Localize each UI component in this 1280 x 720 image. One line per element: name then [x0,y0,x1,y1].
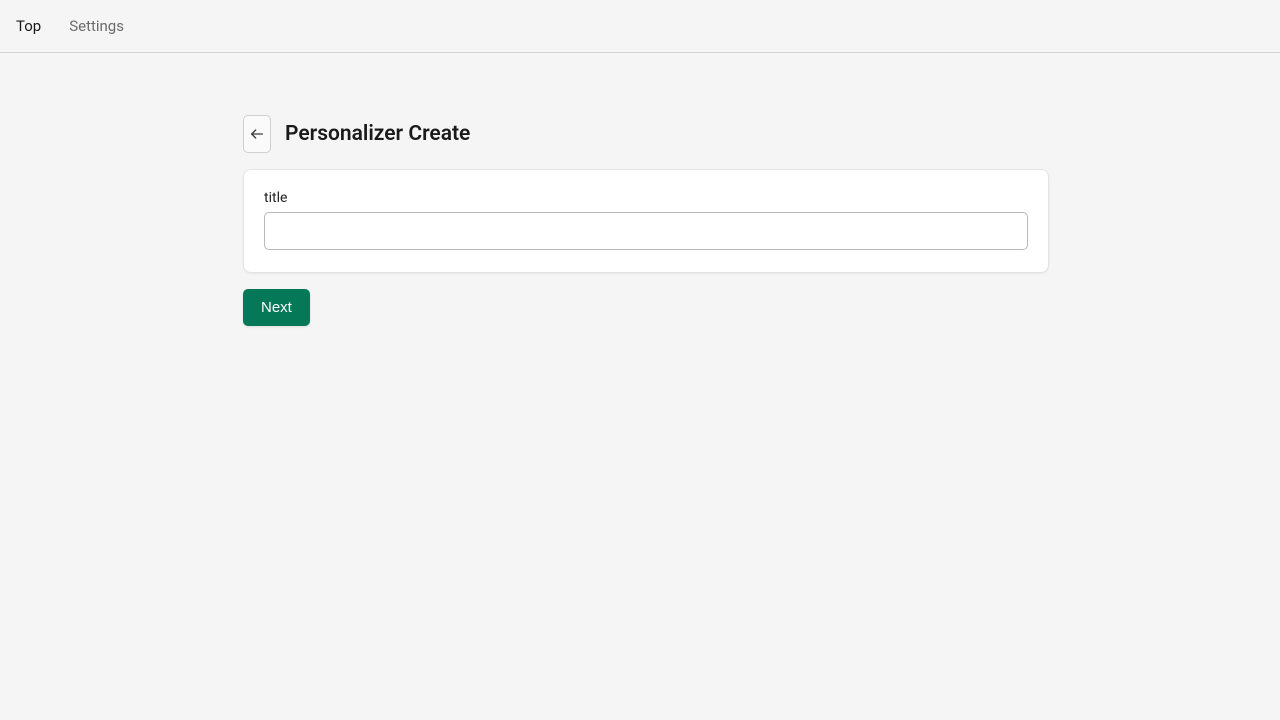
arrow-left-icon [249,126,265,142]
page-header: Personalizer Create [243,115,1049,153]
form-container: Personalizer Create title Next [243,115,1049,326]
title-input[interactable] [264,212,1028,250]
back-button[interactable] [243,115,271,153]
title-field-label: title [264,190,1028,206]
navbar: Top Settings [0,0,1280,53]
nav-item-settings[interactable]: Settings [69,17,124,35]
next-button[interactable]: Next [243,289,310,326]
content-area: Personalizer Create title Next [0,53,1280,326]
nav-item-top[interactable]: Top [16,17,41,35]
page-title: Personalizer Create [285,122,470,146]
form-card: title [243,169,1049,273]
